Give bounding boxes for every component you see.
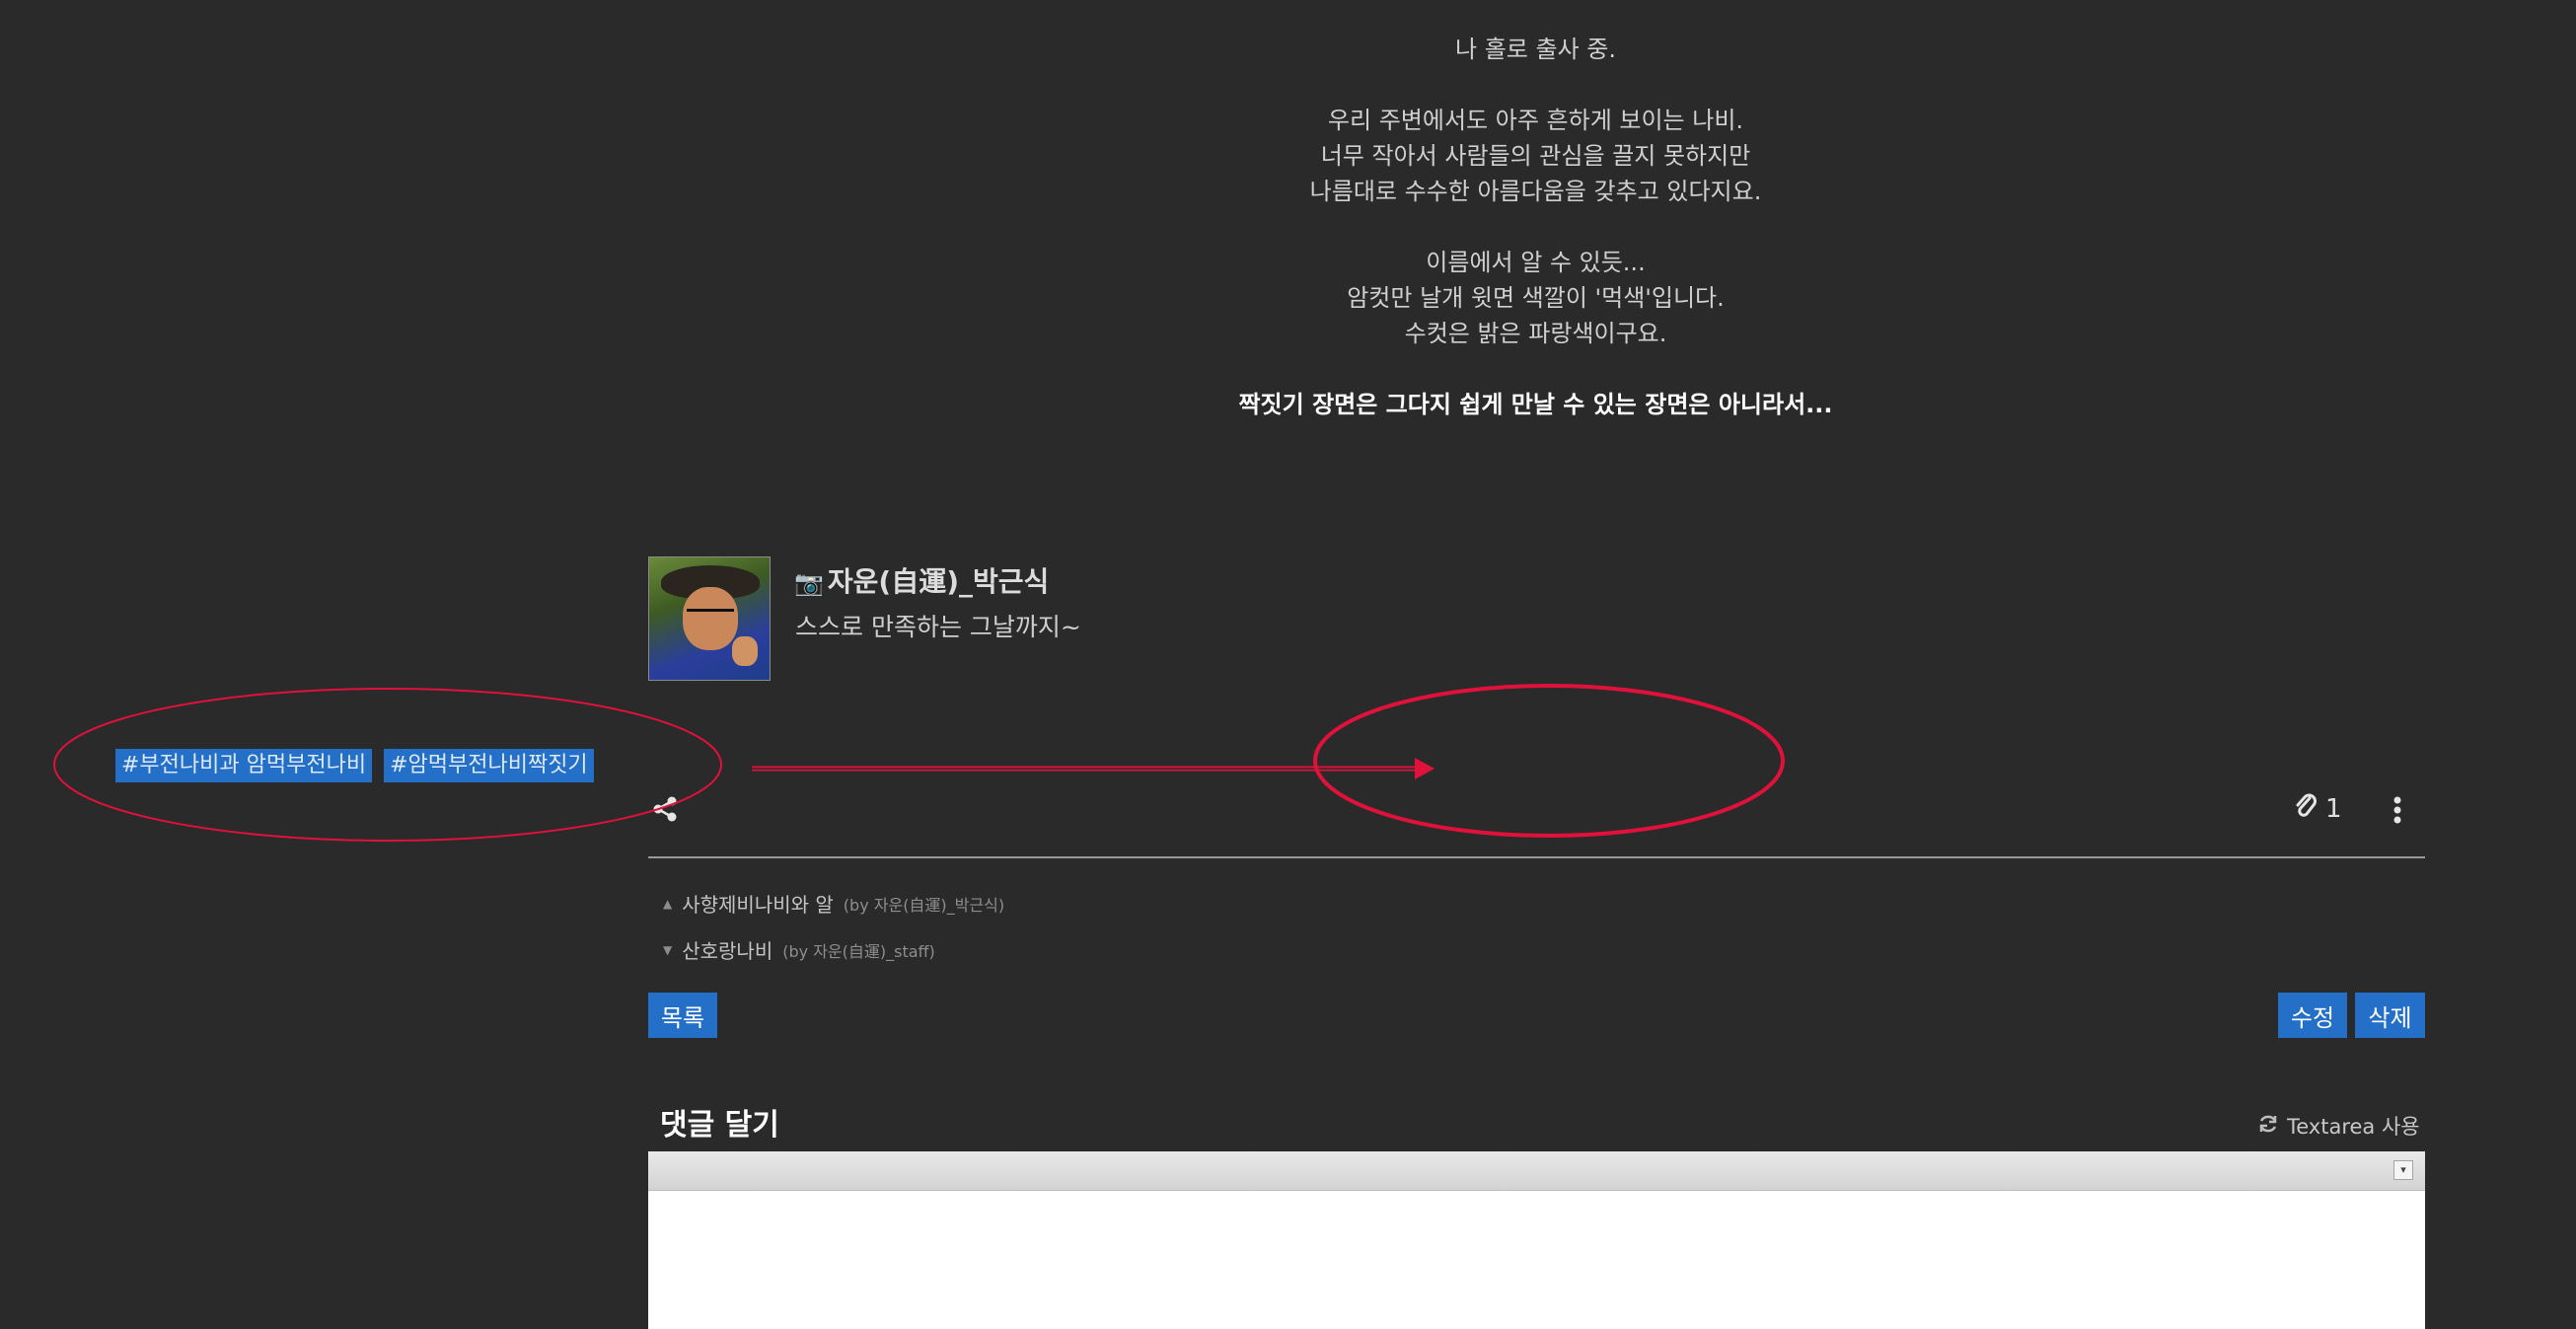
avatar[interactable] (648, 556, 771, 681)
prev-post-title: 사향제비나비와 알 (682, 893, 834, 917)
author-bio: 스스로 만족하는 그날까지~ (795, 613, 1081, 641)
textarea-toggle[interactable]: Textarea 사용 (2257, 1111, 2420, 1141)
divider (648, 856, 2425, 858)
next-post-link[interactable]: ▼ 산호랑나비 (by 자운(自運)_staff) (663, 935, 935, 964)
next-post-title: 산호랑나비 (682, 939, 773, 963)
delete-button[interactable]: 삭제 (2355, 993, 2425, 1038)
article-line: 암컷만 날개 윗면 색깔이 '먹색'입니다. (1347, 284, 1725, 312)
attachment-button[interactable]: 1 (2294, 793, 2363, 825)
chevron-down-icon: ▼ (663, 942, 673, 957)
prev-post-author: (by 자운(自運)_박근식) (843, 895, 1005, 915)
prev-post-link[interactable]: ▲ 사향제비나비와 알 (by 자운(自運)_박근식) (663, 889, 1004, 918)
annotation-arrow-head (1415, 758, 1435, 779)
camera-icon: 📷 (794, 569, 824, 597)
attachment-count: 1 (2325, 794, 2342, 824)
author-name-text: 자운(自運)_박근식 (827, 565, 1050, 598)
article-body: 나 홀로 출사 중. 우리 주변에서도 아주 흔하게 보이는 나비. 너무 작아… (0, 32, 2576, 422)
share-icon[interactable] (650, 794, 680, 824)
comment-editor[interactable]: ▾ (648, 1151, 2425, 1329)
chevron-up-icon: ▲ (663, 896, 673, 911)
tag-link[interactable]: #부전나비과 암먹부전나비 (115, 749, 373, 782)
article-line: 수컷은 밝은 파랑색이구요. (1404, 320, 1667, 347)
paperclip-icon (2294, 792, 2318, 827)
tag-list: #부전나비과 암먹부전나비 #암먹부전나비짝짓기 (115, 749, 594, 782)
article-line: 우리 주변에서도 아주 흔하게 보이는 나비. (1327, 107, 1744, 134)
article-line: 나름대로 수수한 아름다움을 갖추고 있다지요. (1309, 178, 1762, 205)
comment-section-title: 댓글 달기 (660, 1108, 779, 1143)
edit-button[interactable]: 수정 (2278, 993, 2347, 1038)
article-line: 나 홀로 출사 중. (1455, 36, 1616, 63)
article-line: 너무 작아서 사람들의 관심을 끌지 못하지만 (1320, 142, 1751, 170)
editor-toolbar: ▾ (648, 1151, 2425, 1191)
list-button[interactable]: 목록 (648, 993, 717, 1038)
more-vertical-icon[interactable] (2388, 795, 2407, 825)
author-name[interactable]: 📷 자운(自運)_박근식 (794, 560, 1049, 600)
article-line: 이름에서 알 수 있듯... (1426, 249, 1646, 276)
annotation-ellipse-target (1313, 684, 1785, 838)
textarea-toggle-label: Textarea 사용 (2287, 1115, 2420, 1139)
tag-link[interactable]: #암먹부전나비짝짓기 (384, 749, 594, 782)
next-post-author: (by 자운(自運)_staff) (782, 941, 935, 961)
refresh-icon (2257, 1113, 2279, 1140)
article-line-emphasis: 짝짓기 장면은 그다지 쉽게 만날 수 있는 장면은 아니라서... (1238, 391, 1833, 418)
dropdown-icon[interactable]: ▾ (2393, 1160, 2413, 1180)
